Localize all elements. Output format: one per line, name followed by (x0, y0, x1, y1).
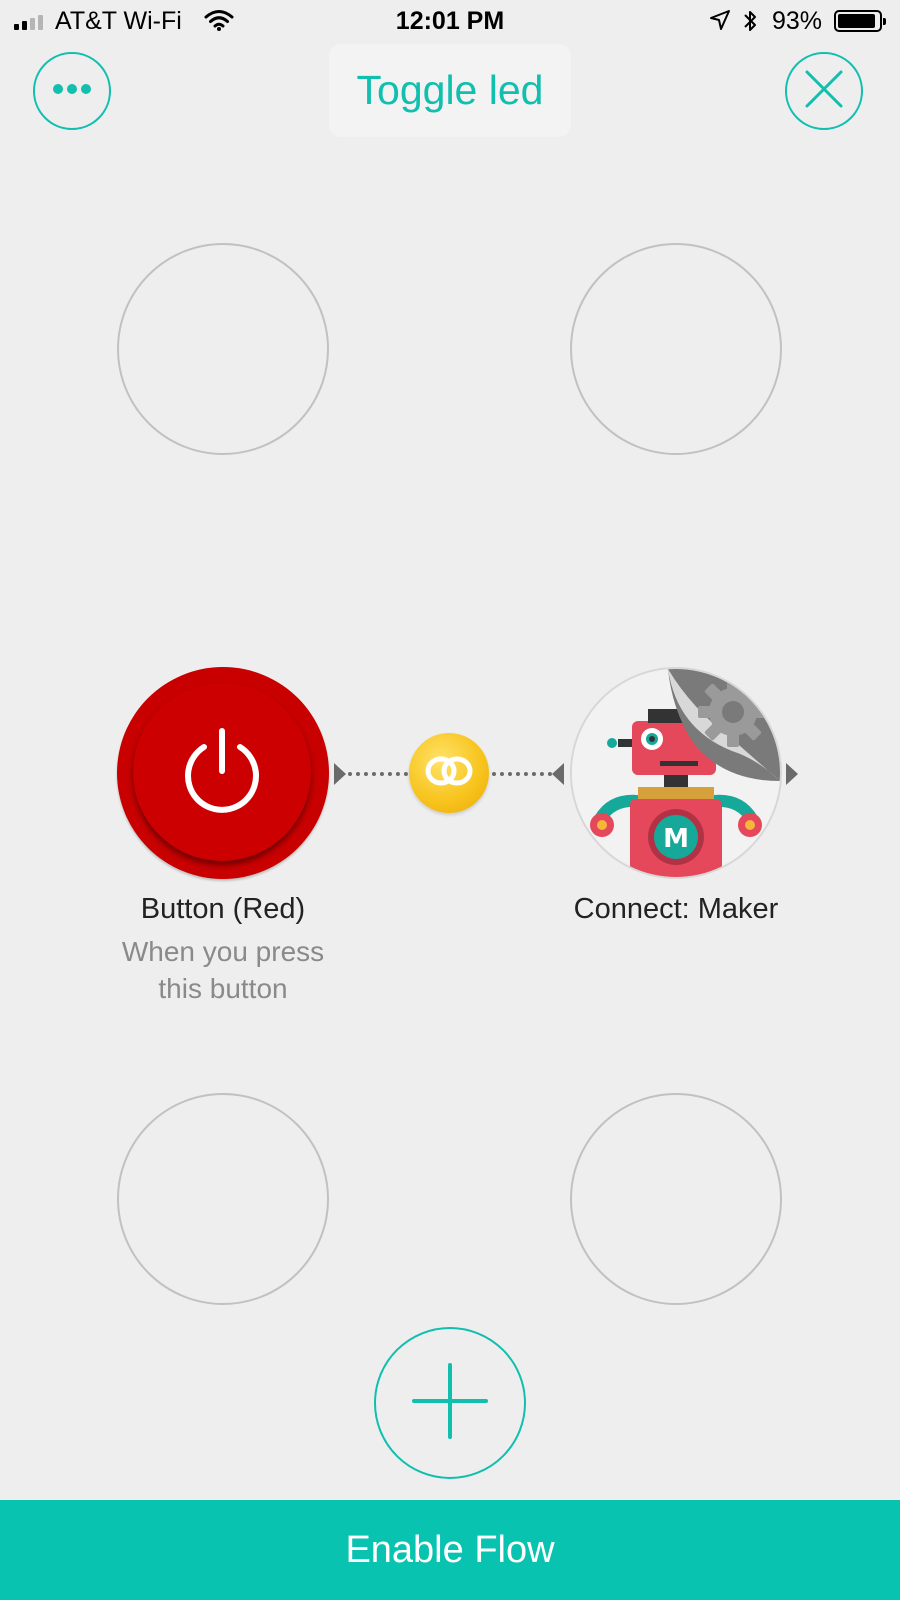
trigger-subtitle-line-1: When you press (121, 936, 325, 967)
trigger-title: Button (Red) (140, 893, 306, 925)
output-port-arrow (334, 763, 346, 785)
enable-flow-button[interactable]: Enable Flow (0, 1500, 900, 1600)
empty-slot-bottom-left[interactable] (117, 1093, 329, 1305)
enable-flow-label: Enable Flow (345, 1528, 555, 1571)
link-button[interactable] (409, 733, 489, 813)
add-block-button[interactable] (374, 1327, 526, 1479)
battery-icon (834, 10, 886, 32)
trigger-subtitle: When you press this button (93, 933, 353, 1007)
close-icon (804, 69, 844, 114)
plus-icon (412, 1362, 488, 1444)
trigger-node-button-red[interactable] (117, 667, 329, 879)
bluetooth-icon (742, 8, 758, 41)
connector-line-right (492, 772, 552, 776)
flow-title[interactable]: Toggle led (329, 44, 571, 137)
clock: 12:01 PM (395, 7, 505, 35)
close-button[interactable] (785, 52, 863, 130)
svg-text:M: M (663, 824, 689, 854)
more-horizontal-icon (50, 82, 94, 100)
empty-slot-top-right[interactable] (570, 243, 782, 455)
action-node-maker[interactable]: M (570, 667, 782, 879)
action-title: Connect: Maker (573, 893, 779, 925)
connector-line-left (348, 772, 408, 776)
location-arrow-icon (709, 9, 731, 38)
status-bar: AT&T Wi-Fi 12:01 PM 93% (0, 0, 900, 44)
more-options-button[interactable] (33, 52, 111, 130)
trigger-subtitle-line-2: this button (158, 973, 288, 1004)
input-port-arrow (552, 763, 564, 785)
flow-title-text: Toggle led (356, 67, 544, 113)
empty-slot-top-left[interactable] (117, 243, 329, 455)
output-port-arrow-right (786, 763, 798, 785)
gear-icon[interactable] (690, 669, 776, 760)
chain-link-icon (419, 751, 479, 796)
red-button-face (133, 683, 311, 861)
battery-percent: 93% (772, 7, 823, 35)
power-icon (180, 725, 264, 820)
empty-slot-bottom-right[interactable] (570, 1093, 782, 1305)
